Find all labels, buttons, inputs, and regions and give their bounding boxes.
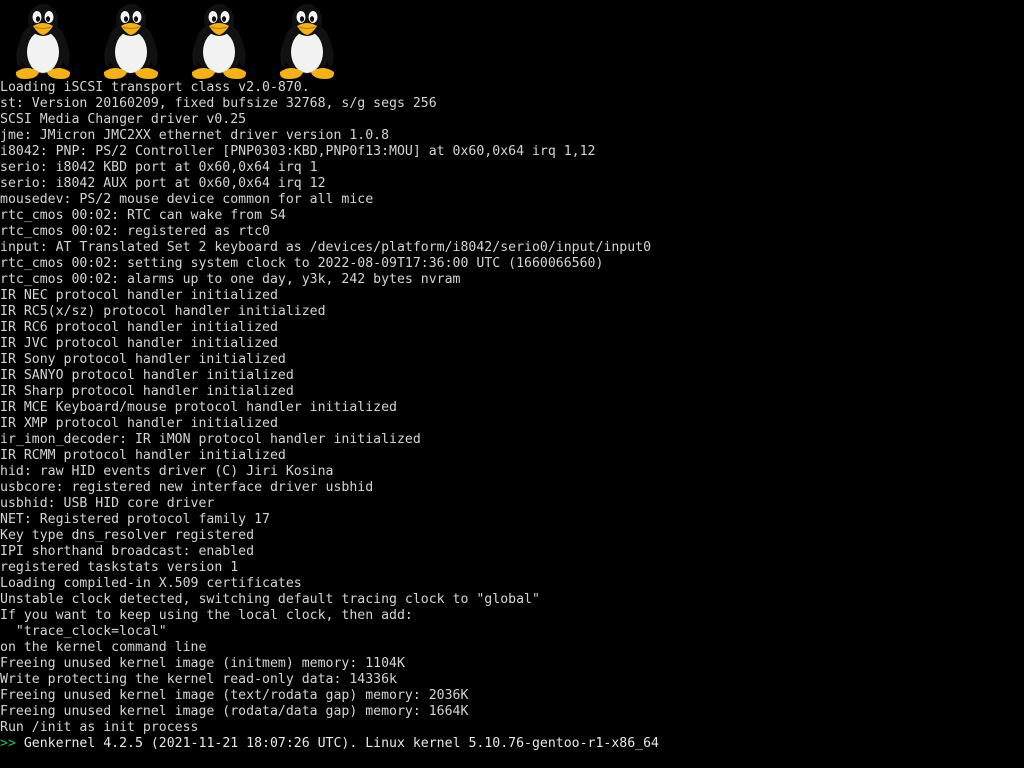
- genkernel-status-line: >> Genkernel 4.2.5 (2021-11-21 18:07:26 …: [0, 736, 1024, 752]
- log-line: Write protecting the kernel read-only da…: [0, 672, 397, 687]
- log-line: Key type dns_resolver registered: [0, 528, 255, 543]
- genkernel-version-text: Genkernel 4.2.5 (2021-11-21 18:07:26 UTC…: [15, 736, 659, 751]
- log-line: Loading compiled-in X.509 certificates: [0, 576, 302, 591]
- log-line: jme: JMicron JMC2XX ethernet driver vers…: [0, 128, 390, 143]
- log-line: rtc_cmos 00:02: alarms up to one day, y3…: [0, 272, 461, 287]
- log-line: input: AT Translated Set 2 keyboard as /…: [0, 240, 652, 255]
- log-line: rtc_cmos 00:02: RTC can wake from S4: [0, 208, 286, 223]
- log-line: IPI shorthand broadcast: enabled: [0, 544, 255, 559]
- log-line: IR XMP protocol handler initialized: [0, 416, 278, 431]
- log-line: IR RC5(x/sz) protocol handler initialize…: [0, 304, 326, 319]
- boot-console: Loading iSCSI transport class v2.0-870. s…: [0, 0, 1024, 768]
- log-line: Unstable clock detected, switching defau…: [0, 592, 540, 607]
- log-line: st: Version 20160209, fixed bufsize 3276…: [0, 96, 437, 111]
- log-line: registered taskstats version 1: [0, 560, 239, 575]
- log-line: on the kernel command line: [0, 640, 207, 655]
- tux-penguin-icon: [7, 2, 79, 80]
- tux-penguin-icon: [271, 2, 343, 80]
- log-line: Run /init as init process: [0, 720, 199, 735]
- boot-logo-row: [7, 2, 343, 80]
- log-line: IR Sharp protocol handler initialized: [0, 384, 294, 399]
- log-line: IR Sony protocol handler initialized: [0, 352, 286, 367]
- log-line: Freeing unused kernel image (initmem) me…: [0, 656, 405, 671]
- log-line: serio: i8042 AUX port at 0x60,0x64 irq 1…: [0, 176, 326, 191]
- log-line: ir_imon_decoder: IR iMON protocol handle…: [0, 432, 421, 447]
- log-line: Freeing unused kernel image (rodata/data…: [0, 704, 469, 719]
- log-line: usbhid: USB HID core driver: [0, 496, 215, 511]
- log-line: "trace_clock=local": [0, 624, 167, 639]
- tux-penguin-icon: [95, 2, 167, 80]
- log-line: usbcore: registered new interface driver…: [0, 480, 374, 495]
- tux-penguin-icon: [183, 2, 255, 80]
- log-line: serio: i8042 KBD port at 0x60,0x64 irq 1: [0, 160, 318, 175]
- log-line: Freeing unused kernel image (text/rodata…: [0, 688, 469, 703]
- log-line: SCSI Media Changer driver v0.25: [0, 112, 247, 127]
- log-line: Loading iSCSI transport class v2.0-870.: [0, 80, 310, 95]
- log-line: i8042: PNP: PS/2 Controller [PNP0303:KBD…: [0, 144, 596, 159]
- log-line: If you want to keep using the local cloc…: [0, 608, 413, 623]
- log-line: rtc_cmos 00:02: setting system clock to …: [0, 256, 604, 271]
- log-line: IR JVC protocol handler initialized: [0, 336, 278, 351]
- log-line: IR NEC protocol handler initialized: [0, 288, 278, 303]
- log-line: IR MCE Keyboard/mouse protocol handler i…: [0, 400, 397, 415]
- prompt-marker: >>: [0, 736, 16, 751]
- log-line: IR RCMM protocol handler initialized: [0, 448, 286, 463]
- log-line: mousedev: PS/2 mouse device common for a…: [0, 192, 374, 207]
- log-line: hid: raw HID events driver (C) Jiri Kosi…: [0, 464, 334, 479]
- kernel-log: Loading iSCSI transport class v2.0-870. s…: [0, 80, 1024, 752]
- log-line: rtc_cmos 00:02: registered as rtc0: [0, 224, 270, 239]
- log-line: IR SANYO protocol handler initialized: [0, 368, 294, 383]
- log-line: NET: Registered protocol family 17: [0, 512, 270, 527]
- log-line: IR RC6 protocol handler initialized: [0, 320, 278, 335]
